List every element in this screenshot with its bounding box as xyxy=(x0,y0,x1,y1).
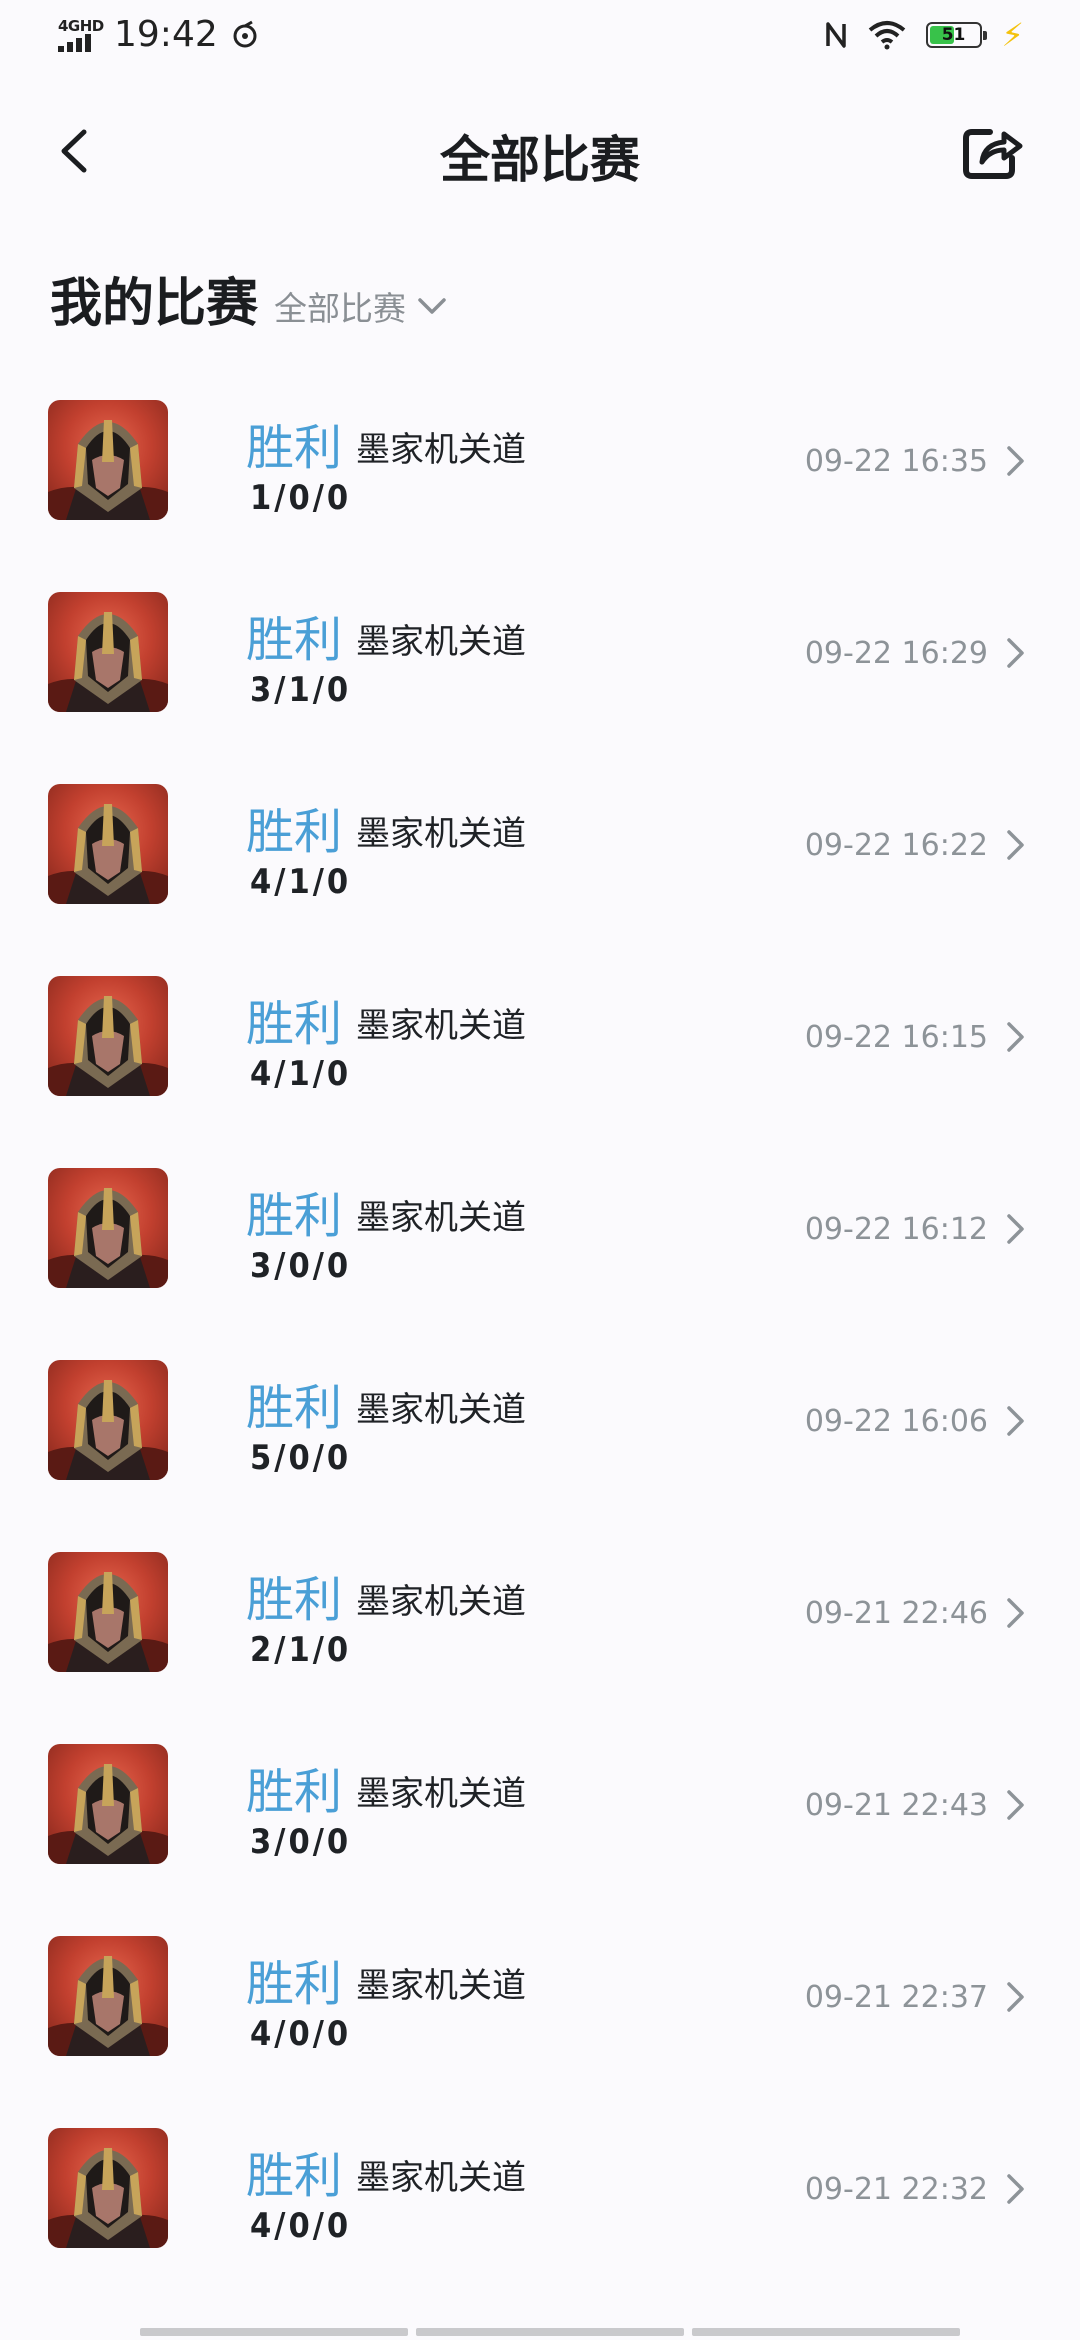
match-row[interactable]: 胜利 墨家机关道 4/1/0 09-22 16:15 xyxy=(0,958,1080,1150)
match-time: 09-22 16:29 xyxy=(804,636,988,671)
match-time: 09-21 22:46 xyxy=(804,1596,988,1631)
match-time: 09-22 16:15 xyxy=(804,1020,988,1055)
match-list: 胜利 墨家机关道 1/0/0 09-22 16:35 胜利 墨家机关道 3/1/… xyxy=(0,382,1080,2302)
match-filter-dropdown[interactable]: 全部比赛 xyxy=(274,282,448,336)
match-row[interactable]: 胜利 墨家机关道 3/1/0 09-22 16:29 xyxy=(0,574,1080,766)
chevron-right-icon xyxy=(1007,638,1024,668)
section-title: 我的比赛 xyxy=(50,274,259,334)
chevron-right-icon xyxy=(1007,1598,1024,1628)
hero-avatar xyxy=(48,1552,168,1672)
sync-icon xyxy=(233,20,257,47)
match-mode: 墨家机关道 xyxy=(356,1774,526,1814)
network-type-label: 4GHD xyxy=(58,16,104,35)
match-result: 胜利 xyxy=(246,612,343,668)
match-row[interactable]: 胜利 墨家机关道 1/0/0 09-22 16:35 xyxy=(0,382,1080,574)
status-time: 19:42 xyxy=(114,14,218,55)
match-time: 09-21 22:43 xyxy=(804,1788,988,1823)
hero-avatar xyxy=(48,1936,168,2056)
match-kda: 4/1/0 xyxy=(250,1054,352,1094)
match-mode: 墨家机关道 xyxy=(356,430,526,470)
charging-icon: ⚡ xyxy=(1001,16,1024,54)
match-row[interactable]: 胜利 墨家机关道 4/0/0 09-21 22:37 xyxy=(0,1918,1080,2110)
match-result: 胜利 xyxy=(246,1764,343,1820)
chevron-right-icon xyxy=(1007,830,1024,860)
match-mode: 墨家机关道 xyxy=(356,622,526,662)
hero-avatar xyxy=(48,400,168,520)
match-time: 09-22 16:12 xyxy=(804,1212,988,1247)
match-time: 09-21 22:32 xyxy=(804,2172,988,2207)
match-result: 胜利 xyxy=(246,1572,343,1628)
match-result: 胜利 xyxy=(246,1380,343,1436)
wifi-icon xyxy=(868,21,905,50)
match-kda: 1/0/0 xyxy=(250,478,352,518)
match-time: 09-21 22:37 xyxy=(804,1980,988,2015)
match-result: 胜利 xyxy=(246,804,343,860)
app-header: 全部比赛 xyxy=(0,100,1080,204)
cellular-signal-icon: 4GHD xyxy=(58,16,104,52)
section-header: 我的比赛 全部比赛 xyxy=(50,272,448,336)
chevron-right-icon xyxy=(1007,1790,1024,1820)
match-mode: 墨家机关道 xyxy=(356,1966,526,2006)
match-time: 09-22 16:22 xyxy=(804,828,988,863)
match-mode: 墨家机关道 xyxy=(356,2158,526,2198)
hero-avatar xyxy=(48,2128,168,2248)
chevron-right-icon xyxy=(1007,1022,1024,1052)
match-mode: 墨家机关道 xyxy=(356,1006,526,1046)
match-mode: 墨家机关道 xyxy=(356,1582,526,1622)
match-result: 胜利 xyxy=(246,420,343,476)
hero-avatar xyxy=(48,1744,168,1864)
match-row[interactable]: 胜利 墨家机关道 5/0/0 09-22 16:06 xyxy=(0,1342,1080,1534)
match-kda: 4/0/0 xyxy=(250,2014,352,2054)
match-kda: 4/0/0 xyxy=(250,2206,352,2246)
share-button[interactable] xyxy=(958,118,1028,184)
chevron-right-icon xyxy=(1007,1214,1024,1244)
chevron-right-icon xyxy=(1007,1406,1024,1436)
chevron-down-icon xyxy=(418,298,446,314)
match-kda: 3/1/0 xyxy=(250,670,352,710)
page-title: 全部比赛 xyxy=(440,131,640,189)
match-kda: 2/1/0 xyxy=(250,1630,352,1670)
match-row[interactable]: 胜利 墨家机关道 3/0/0 09-22 16:12 xyxy=(0,1150,1080,1342)
match-time: 09-22 16:06 xyxy=(804,1404,988,1439)
hero-avatar xyxy=(48,1168,168,1288)
match-kda: 3/0/0 xyxy=(250,1822,352,1862)
match-mode: 墨家机关道 xyxy=(356,1390,526,1430)
match-row[interactable]: 胜利 墨家机关道 4/0/0 09-21 22:32 xyxy=(0,2110,1080,2302)
hero-avatar xyxy=(48,784,168,904)
next-row-peek xyxy=(140,2328,960,2336)
match-mode: 墨家机关道 xyxy=(356,1198,526,1238)
match-kda: 3/0/0 xyxy=(250,1246,352,1286)
hero-avatar xyxy=(48,976,168,1096)
match-result: 胜利 xyxy=(246,2148,343,2204)
match-result: 胜利 xyxy=(246,1188,343,1244)
match-row[interactable]: 胜利 墨家机关道 3/0/0 09-21 22:43 xyxy=(0,1726,1080,1918)
match-kda: 4/1/0 xyxy=(250,862,352,902)
status-bar: 4GHD 19:42 51 ⚡ xyxy=(0,0,1080,84)
hero-avatar xyxy=(48,1360,168,1480)
match-mode: 墨家机关道 xyxy=(356,814,526,854)
match-row[interactable]: 胜利 墨家机关道 2/1/0 09-21 22:46 xyxy=(0,1534,1080,1726)
battery-percent: 51 xyxy=(941,25,966,45)
filter-label: 全部比赛 xyxy=(274,289,407,328)
hero-avatar xyxy=(48,592,168,712)
chevron-right-icon xyxy=(1007,446,1024,476)
battery-icon: 51 xyxy=(925,22,987,48)
match-result: 胜利 xyxy=(246,1956,343,2012)
nfc-icon xyxy=(825,22,846,48)
chevron-right-icon xyxy=(1007,1982,1024,2012)
match-kda: 5/0/0 xyxy=(250,1438,352,1478)
chevron-right-icon xyxy=(1007,2174,1024,2204)
match-row[interactable]: 胜利 墨家机关道 4/1/0 09-22 16:22 xyxy=(0,766,1080,958)
match-time: 09-22 16:35 xyxy=(804,444,988,479)
match-result: 胜利 xyxy=(246,996,343,1052)
